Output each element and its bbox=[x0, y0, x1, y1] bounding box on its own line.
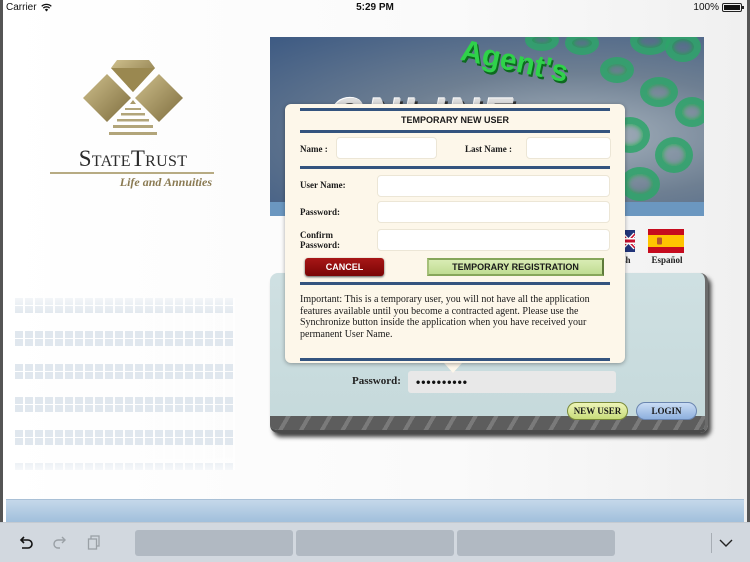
clock: 5:29 PM bbox=[356, 2, 394, 13]
password-label: Password: bbox=[300, 207, 340, 217]
keyboard-shortcut-bar bbox=[0, 522, 750, 562]
brand-tagline: Life and Annuities bbox=[119, 175, 212, 189]
divider bbox=[300, 166, 610, 169]
last-name-input[interactable] bbox=[526, 137, 611, 159]
name-input[interactable] bbox=[336, 137, 437, 159]
login-password-input[interactable] bbox=[408, 371, 616, 393]
battery-percent: 100% bbox=[693, 2, 719, 13]
cancel-button[interactable]: CANCEL bbox=[305, 258, 384, 276]
divider bbox=[300, 358, 610, 361]
login-password-label: Password: bbox=[352, 375, 401, 387]
suggestion-slot[interactable] bbox=[135, 530, 293, 556]
language-spanish-label[interactable]: Español bbox=[645, 255, 689, 265]
suggestion-slot[interactable] bbox=[457, 530, 615, 556]
statetrust-logo: StateTrust Life and Annuities bbox=[48, 58, 218, 193]
undo-icon[interactable] bbox=[16, 533, 36, 553]
suggestion-slot[interactable] bbox=[296, 530, 454, 556]
temporary-registration-button[interactable]: TEMPORARY REGISTRATION bbox=[427, 258, 604, 276]
footer-band bbox=[6, 499, 744, 523]
new-user-button[interactable]: NEW USER bbox=[567, 402, 628, 420]
temporary-new-user-dialog: TEMPORARY NEW USER Name : Last Name : Us… bbox=[285, 104, 625, 363]
password-input[interactable] bbox=[377, 201, 610, 223]
status-bar: Carrier 5:29 PM 100% bbox=[0, 0, 750, 16]
username-label: User Name: bbox=[300, 180, 346, 190]
temporary-user-notice: Important: This is a temporary user, you… bbox=[300, 294, 590, 340]
divider bbox=[300, 282, 610, 285]
battery-fill bbox=[724, 5, 740, 10]
brand-name: StateTrust bbox=[78, 146, 188, 171]
last-name-label: Last Name : bbox=[465, 144, 512, 154]
confirm-password-input[interactable] bbox=[377, 229, 610, 251]
login-button[interactable]: LOGIN bbox=[636, 402, 697, 420]
chevron-down-icon[interactable] bbox=[716, 533, 736, 553]
confirm-password-label: Confirm Password: bbox=[300, 230, 340, 250]
divider bbox=[300, 108, 610, 111]
battery-icon bbox=[722, 3, 744, 12]
dialog-title: TEMPORARY NEW USER bbox=[400, 115, 509, 125]
brand-divider bbox=[50, 172, 214, 174]
pattern-fade bbox=[15, 298, 235, 470]
spain-flag-icon[interactable] bbox=[648, 229, 684, 253]
divider bbox=[300, 130, 610, 133]
toolbar-separator bbox=[711, 533, 712, 553]
paste-icon[interactable] bbox=[84, 533, 104, 553]
modal-callout-tip bbox=[444, 363, 462, 373]
name-label: Name : bbox=[300, 144, 328, 154]
diamond-logo-icon bbox=[83, 60, 183, 135]
redo-icon[interactable] bbox=[50, 533, 70, 553]
username-input[interactable] bbox=[377, 175, 610, 197]
